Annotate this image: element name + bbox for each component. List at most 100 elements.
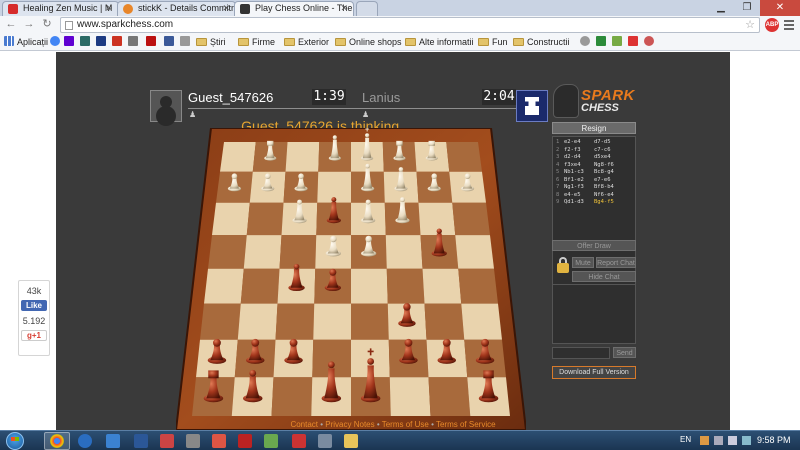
bookmark-folder-online-shops[interactable]: Online shops	[335, 36, 402, 49]
bookmark-site[interactable]	[596, 36, 609, 49]
taskbar-folder-icon[interactable]	[344, 434, 358, 448]
board-square[interactable]	[446, 142, 482, 172]
board-square[interactable]	[285, 142, 320, 172]
tray-volume-icon[interactable]	[728, 436, 737, 445]
reload-icon[interactable]: ↻	[40, 17, 54, 31]
bookmark-facebook[interactable]	[164, 36, 177, 49]
bookmark-site[interactable]	[146, 36, 159, 49]
board-square[interactable]	[204, 268, 244, 304]
board-square[interactable]	[455, 235, 494, 269]
bookmark-folder-exterior[interactable]: Exterior	[284, 36, 329, 49]
chrome-icon[interactable]	[50, 434, 64, 448]
close-tab-icon[interactable]: ✕	[222, 3, 230, 14]
board-square[interactable]	[243, 235, 282, 269]
bookmark-site[interactable]	[628, 36, 641, 49]
board-square[interactable]	[452, 202, 490, 236]
taskbar-app-icon[interactable]	[238, 434, 252, 448]
contact-link[interactable]: Contact	[290, 420, 318, 429]
google-plus-button[interactable]: g+1	[21, 330, 47, 341]
board-square[interactable]	[237, 303, 278, 340]
taskbar-app-icon[interactable]	[212, 434, 226, 448]
adblock-icon[interactable]: ABP	[765, 18, 779, 32]
close-window-button[interactable]: ✕	[760, 0, 800, 16]
board-square[interactable]	[351, 268, 388, 304]
download-full-version-button[interactable]: Download Full Version	[552, 366, 636, 379]
bookmark-folder-constructii[interactable]: Constructii	[513, 36, 570, 49]
bookmark-site[interactable]	[580, 36, 593, 49]
resign-button[interactable]: Resign	[552, 122, 636, 134]
chat-input[interactable]	[552, 347, 610, 359]
board-square[interactable]	[208, 235, 247, 269]
board-square[interactable]	[385, 235, 423, 269]
board-square[interactable]	[461, 303, 502, 340]
board-square[interactable]	[389, 377, 431, 416]
board-square[interactable]	[212, 202, 250, 236]
bookmark-site[interactable]	[112, 36, 125, 49]
tray-icon[interactable]	[742, 436, 751, 445]
chess-board[interactable]	[176, 128, 526, 433]
bookmark-folder-fun[interactable]: Fun	[478, 36, 508, 49]
bookmark-folder-stiri[interactable]: Știri	[196, 36, 226, 49]
forward-icon[interactable]: →	[22, 17, 36, 31]
close-tab-icon[interactable]: ✕	[105, 3, 113, 14]
language-indicator[interactable]: EN	[680, 435, 691, 444]
restore-button[interactable]: ❐	[734, 0, 760, 16]
tab-healing-zen-music[interactable]: Healing Zen Music | M ✕	[2, 1, 119, 16]
tab-sparkchess[interactable]: Play Chess Online - The P ✕	[234, 1, 354, 16]
bookmark-folder-firme[interactable]: Firme	[238, 36, 275, 49]
board-square[interactable]	[428, 377, 471, 416]
tray-icon[interactable]	[700, 436, 709, 445]
bookmark-google[interactable]	[50, 36, 63, 49]
bookmark-site[interactable]	[128, 36, 141, 49]
board-square[interactable]	[220, 142, 256, 172]
close-tab-icon[interactable]: ✕	[340, 3, 348, 14]
board-square[interactable]	[386, 268, 425, 304]
bookmark-site[interactable]	[180, 36, 193, 49]
bookmark-site[interactable]	[80, 36, 93, 49]
bookmark-site[interactable]	[612, 36, 625, 49]
bookmark-star-icon[interactable]: ☆	[745, 18, 755, 32]
tray-network-icon[interactable]	[714, 436, 723, 445]
board-square[interactable]	[240, 268, 280, 304]
board-square[interactable]	[200, 303, 241, 340]
board-square[interactable]	[246, 202, 284, 236]
taskbar-app-icon[interactable]	[318, 434, 332, 448]
back-icon[interactable]: ←	[4, 17, 18, 31]
taskbar-app-icon[interactable]	[160, 434, 174, 448]
chat-lock-icon[interactable]	[557, 257, 569, 273]
board-square[interactable]	[458, 268, 498, 304]
report-chat-button[interactable]: Report Chat	[596, 257, 636, 268]
board-square[interactable]	[351, 303, 389, 340]
taskbar-app-icon[interactable]	[134, 434, 148, 448]
bookmark-apps[interactable]: Aplicații	[4, 36, 48, 49]
taskbar-app-icon[interactable]	[264, 434, 278, 448]
hide-chat-button[interactable]: Hide Chat	[572, 271, 636, 282]
privacy-link[interactable]: Privacy Notes	[325, 420, 374, 429]
board-square[interactable]	[275, 303, 315, 340]
bookmark-yahoo[interactable]	[64, 36, 77, 49]
mute-chat-button[interactable]: Mute	[572, 257, 594, 268]
board-square[interactable]	[424, 303, 465, 340]
new-tab-button[interactable]	[356, 1, 378, 16]
start-button[interactable]	[6, 432, 24, 450]
chrome-menu-icon[interactable]	[784, 18, 794, 30]
board-square[interactable]	[271, 377, 313, 416]
send-chat-button[interactable]: Send	[613, 347, 636, 358]
board-square[interactable]	[313, 303, 351, 340]
taskbar-app-icon[interactable]	[78, 434, 92, 448]
taskbar-acrobat-icon[interactable]	[292, 434, 306, 448]
address-bar[interactable]: www.sparkchess.com ☆	[60, 17, 760, 33]
board-square[interactable]	[422, 268, 462, 304]
bookmark-site[interactable]	[644, 36, 657, 49]
taskbar-app-icon[interactable]	[186, 434, 200, 448]
taskbar-app-icon[interactable]	[106, 434, 120, 448]
terms-of-service-link[interactable]: Terms of Service	[436, 420, 496, 429]
terms-of-use-link[interactable]: Terms of Use	[382, 420, 429, 429]
tab-stickk[interactable]: stickK - Details Commitm ✕	[117, 1, 236, 16]
offer-draw-button[interactable]: Offer Draw	[552, 240, 636, 251]
bookmark-site[interactable]	[96, 36, 109, 49]
board-square[interactable]	[279, 235, 317, 269]
bookmark-folder-alte-informatii[interactable]: Alte informatii	[405, 36, 474, 49]
facebook-like-button[interactable]: Like	[21, 300, 47, 311]
minimize-button[interactable]: ▁	[708, 0, 734, 16]
